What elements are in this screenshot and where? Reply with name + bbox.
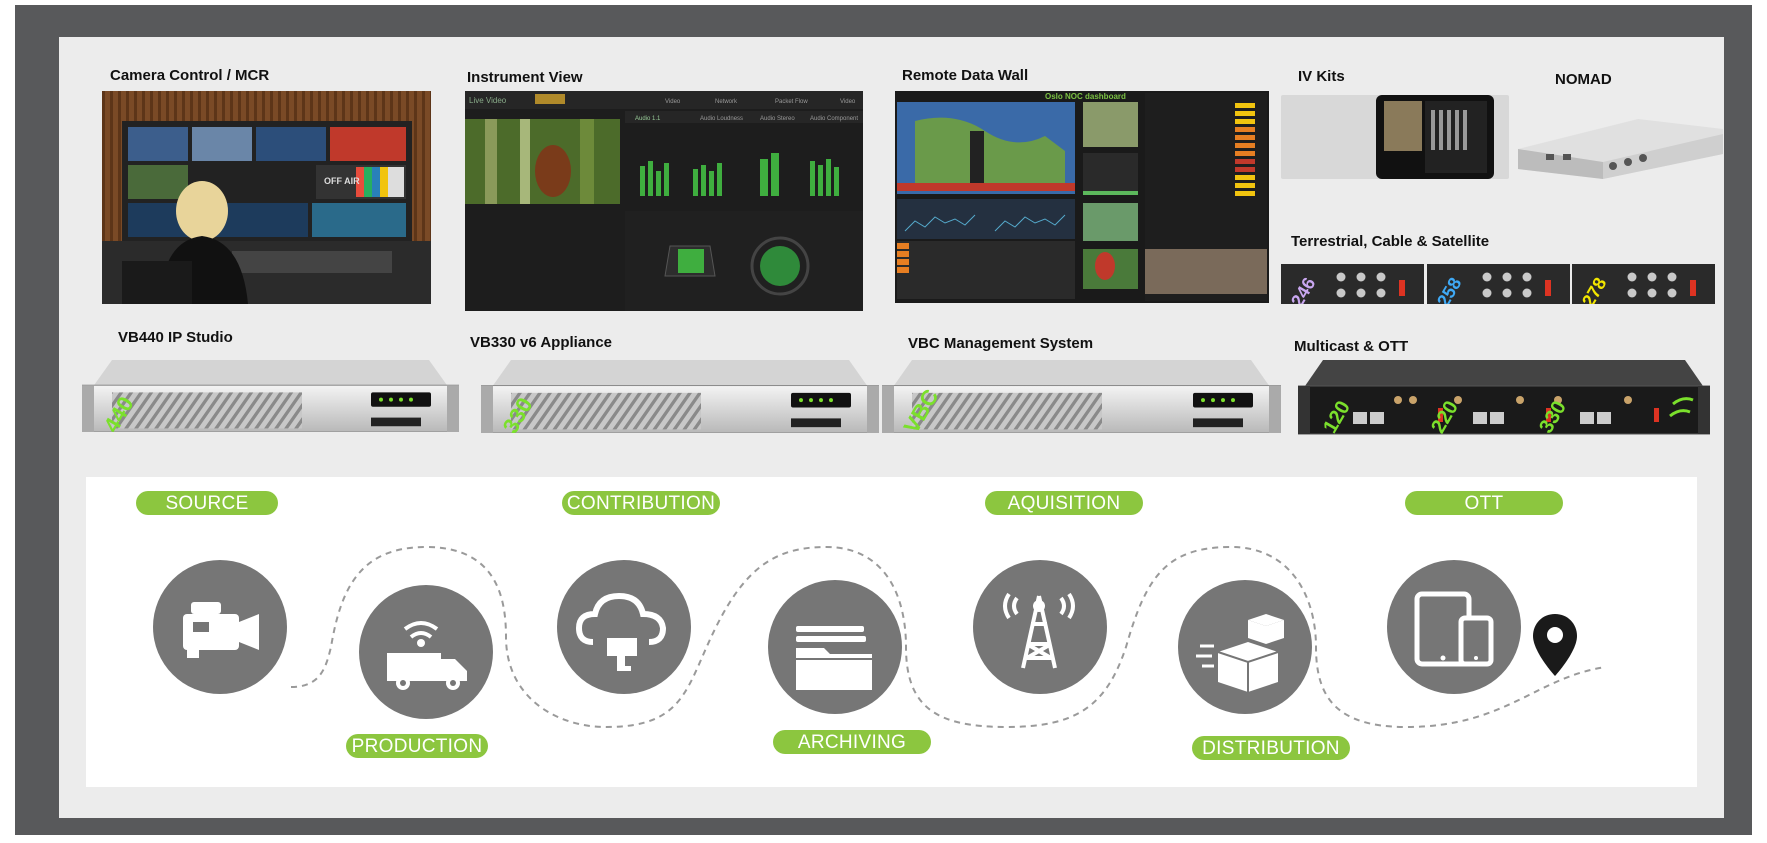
stage-label-contribution: CONTRIBUTION bbox=[562, 491, 720, 515]
stage-circle-ott bbox=[1387, 560, 1521, 694]
vb440-rack-container: 440 bbox=[81, 360, 460, 437]
devices-icon bbox=[1414, 591, 1494, 667]
vbc-rack: VBC bbox=[881, 360, 1282, 438]
nomad-device bbox=[1518, 119, 1723, 179]
cloud-upload-icon bbox=[575, 592, 667, 671]
video-camera-icon bbox=[183, 602, 259, 658]
stage-circle-production bbox=[359, 585, 493, 719]
dashboard-title: Oslo NOC dashboard bbox=[1045, 92, 1126, 101]
broadcast-van-icon bbox=[387, 621, 467, 690]
archive-folder-icon bbox=[796, 626, 872, 690]
terrestrial-module-container: 278 bbox=[1572, 264, 1715, 310]
stage-label-ott: OTT bbox=[1405, 491, 1563, 515]
svg-text:Audio Loudness: Audio Loudness bbox=[700, 116, 743, 122]
stage-circle-archiving bbox=[768, 580, 902, 714]
vb440-rack: 440 bbox=[81, 360, 460, 437]
stage-label-production: PRODUCTION bbox=[346, 734, 488, 758]
stage-label-distribution: DISTRIBUTION bbox=[1192, 736, 1350, 760]
nomad-label: NOMAD bbox=[1555, 71, 1612, 88]
svg-text:Video: Video bbox=[665, 99, 681, 105]
terrestrial-module-container: 258 bbox=[1427, 264, 1570, 310]
multicast-rack: 120 220 330 bbox=[1297, 360, 1711, 437]
workflow-diagram: SOURCE PRODUCTION CONTRIBUTION ARCHIVING AQU… bbox=[86, 477, 1697, 787]
vb440-label: VB440 IP Studio bbox=[118, 329, 233, 346]
boxes-icon bbox=[1196, 614, 1284, 692]
stage-label-source: SOURCE bbox=[136, 491, 278, 515]
stage-circle-source bbox=[153, 560, 287, 694]
location-pin-icon bbox=[1533, 614, 1577, 676]
stage-circle-aquisition bbox=[973, 560, 1107, 694]
terrestrial-module-container: 246 bbox=[1281, 264, 1424, 310]
iv-kits-label: IV Kits bbox=[1298, 68, 1345, 85]
svg-text:Audio Stereo: Audio Stereo bbox=[760, 116, 795, 122]
stage-label-aquisition: AQUISITION bbox=[985, 491, 1143, 515]
camera-control-photo: OFF AIR bbox=[102, 91, 431, 304]
stage-label-archiving: ARCHIVING bbox=[773, 730, 931, 754]
camera-control-label: Camera Control / MCR bbox=[110, 67, 270, 84]
vb330-rack-container: 330 bbox=[480, 360, 880, 438]
vb330-label: VB330 v6 Appliance bbox=[470, 334, 613, 351]
instrument-view-ui: Live Video Video Network Packet Flow Vid… bbox=[465, 91, 863, 311]
svg-text:Audio 1.1: Audio 1.1 bbox=[635, 116, 661, 122]
antenna-tower-icon bbox=[1003, 592, 1075, 669]
iv-kit-device bbox=[1376, 95, 1494, 179]
svg-text:Live Video: Live Video bbox=[469, 96, 507, 105]
remote-data-wall-screenshot: Oslo NOC dashboard bbox=[895, 91, 1269, 303]
svg-text:Packet Flow: Packet Flow bbox=[775, 99, 808, 105]
multicast-rack-container: 120 220 330 bbox=[1297, 360, 1711, 441]
svg-text:Audio Component: Audio Component bbox=[810, 116, 858, 122]
multicast-label: Multicast & OTT bbox=[1294, 338, 1409, 355]
remote-data-wall-label: Remote Data Wall bbox=[902, 67, 1029, 84]
nomad-device-image bbox=[1518, 94, 1723, 179]
terrestrial-label: Terrestrial, Cable & Satellite bbox=[1291, 233, 1490, 250]
terrestrial-module: 278 bbox=[1572, 264, 1715, 310]
vb330-rack: 330 bbox=[480, 360, 880, 438]
vbc-rack-container: VBC bbox=[881, 360, 1282, 438]
stage-circle-contribution bbox=[557, 560, 691, 694]
instrument-view-label: Instrument View bbox=[467, 69, 583, 86]
iv-kits-image bbox=[1281, 95, 1509, 179]
mcr-room-illustration: OFF AIR bbox=[102, 91, 431, 304]
terrestrial-module: 246 bbox=[1281, 264, 1424, 310]
svg-text:Network: Network bbox=[715, 99, 738, 105]
off-air-text: OFF AIR bbox=[324, 176, 360, 186]
stage-circle-distribution bbox=[1178, 580, 1312, 714]
svg-text:Video: Video bbox=[840, 99, 856, 105]
instrument-view-screenshot: Live Video Video Network Packet Flow Vid… bbox=[465, 91, 863, 311]
vbc-label: VBC Management System bbox=[908, 335, 1094, 352]
noc-dashboard: Oslo NOC dashboard bbox=[897, 92, 1267, 301]
terrestrial-module: 258 bbox=[1427, 264, 1570, 310]
